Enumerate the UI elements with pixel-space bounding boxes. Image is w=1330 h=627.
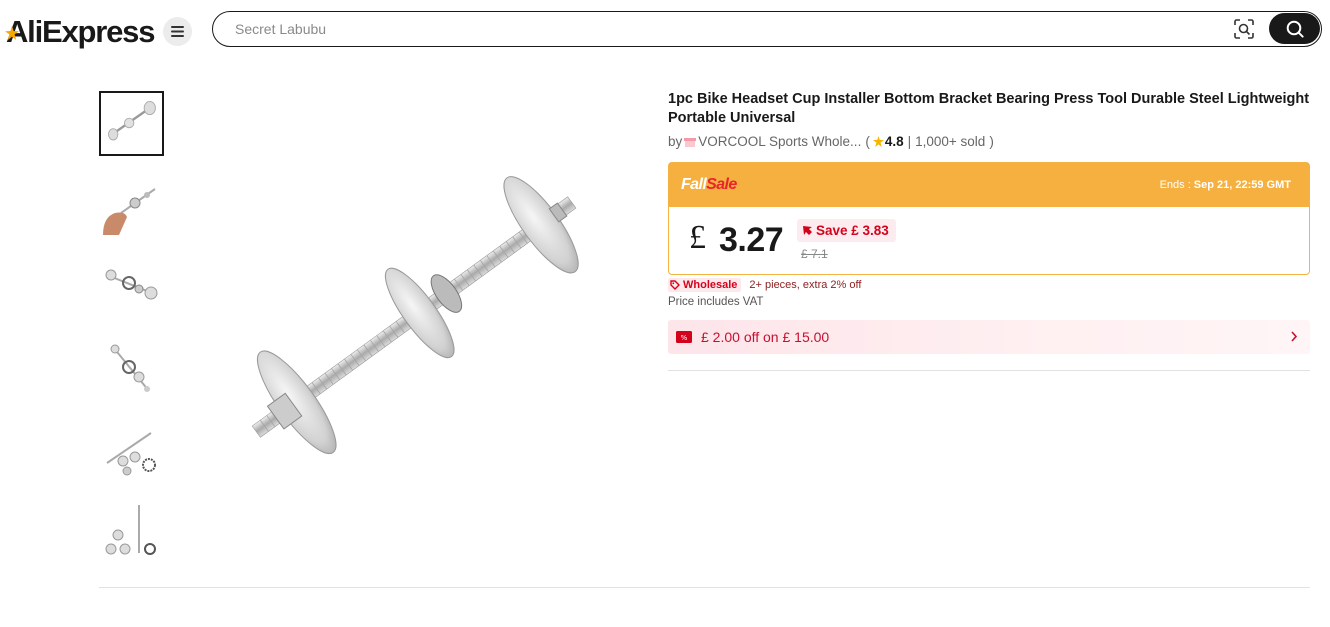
vat-note: Price includes VAT: [668, 296, 764, 308]
thumbnail-1[interactable]: [99, 91, 164, 156]
store-icon: [684, 137, 697, 147]
main-product-image[interactable]: [200, 130, 620, 510]
wholesale-row: Wholesale 2+ pieces, extra 2% off: [668, 278, 861, 292]
sale-header: FallSale Ends : Sep 21, 22:59 GMT: [669, 163, 1309, 207]
menu-button[interactable]: [163, 17, 192, 46]
thumbnail-hand-image: [103, 188, 156, 235]
coupon-icon: %: [676, 331, 692, 343]
thumbnail-4[interactable]: [99, 337, 164, 402]
info-divider: [668, 370, 1310, 371]
sale-name: FallSale: [681, 176, 737, 194]
logo-star-icon: [5, 26, 19, 40]
thumbnail-5[interactable]: [99, 419, 164, 484]
original-price: £ 7.1: [801, 247, 828, 261]
thumbnail-tool-image: [108, 100, 156, 141]
sale-ends: Ends : Sep 21, 22:59 GMT: [1160, 179, 1291, 191]
thumbnail-components-image: [106, 432, 156, 476]
by-label: by: [668, 134, 683, 149]
thumbnail-2[interactable]: [99, 173, 164, 238]
wholesale-tag-label: Wholesale: [683, 279, 738, 291]
currency-symbol: £: [689, 219, 706, 256]
search-button[interactable]: [1269, 13, 1320, 44]
wholesale-tag: Wholesale: [668, 278, 742, 292]
tag-icon: [670, 280, 680, 290]
rating-close-paren: ): [989, 134, 994, 149]
current-price: 3.27: [719, 221, 784, 259]
hamburger-icon: [171, 26, 184, 37]
save-amount: Save £ 3.83: [816, 223, 889, 238]
product-title: 1pc Bike Headset Cup Installer Bottom Br…: [668, 91, 1310, 126]
bearing-press-tool-image: [251, 176, 579, 455]
aliexpress-logo[interactable]: AliExpress: [5, 12, 155, 52]
store-name-link[interactable]: VORCOOL Sports Whole...: [698, 134, 861, 149]
sold-count: 1,000+ sold: [915, 134, 986, 149]
rating-open-paren: (: [865, 134, 870, 149]
sale-box: FallSale Ends : Sep 21, 22:59 GMT £ 3.27 …: [668, 162, 1310, 275]
image-search-icon[interactable]: [1233, 18, 1255, 40]
rating-value[interactable]: 4.8: [885, 134, 904, 149]
discount-arrow-icon: [803, 226, 812, 235]
price-row: £ 3.27 Save £ 3.83 £ 7.1: [669, 207, 1309, 275]
thumbnail-kit-image: [105, 505, 156, 555]
wholesale-text: 2+ pieces, extra 2% off: [749, 279, 862, 291]
sale-name-part2: Sale: [706, 176, 737, 193]
sale-name-part1: Fall: [681, 176, 707, 193]
ends-value: Sep 21, 22:59 GMT: [1193, 179, 1291, 191]
star-icon: [872, 136, 884, 147]
thumbnail-parts-image: [105, 269, 158, 300]
search-icon: [1286, 20, 1304, 38]
coupon-banner[interactable]: % £ 2.00 off on £ 15.00: [668, 320, 1310, 354]
coupon-text: £ 2.00 off on £ 15.00: [701, 329, 830, 345]
thumbnail-3[interactable]: [99, 255, 164, 320]
top-header: AliExpress: [0, 0, 1330, 60]
svg-text:%: %: [681, 334, 688, 342]
store-byline: by VORCOOL Sports Whole... ( 4.8 | 1,000…: [668, 134, 1310, 149]
save-badge: Save £ 3.83: [797, 219, 896, 242]
search-bar: [212, 11, 1322, 47]
chevron-right-icon: [1291, 331, 1298, 342]
search-input[interactable]: [235, 19, 1215, 39]
section-divider: [99, 587, 1310, 588]
thumbnail-assembly-image: [110, 344, 150, 392]
product-info: 1pc Bike Headset Cup Installer Bottom Br…: [668, 90, 1310, 371]
logo-text: AliExpress: [6, 14, 155, 49]
thumbnail-6[interactable]: [99, 501, 164, 556]
ends-label: Ends :: [1159, 179, 1191, 191]
rating-separator: |: [907, 134, 912, 149]
